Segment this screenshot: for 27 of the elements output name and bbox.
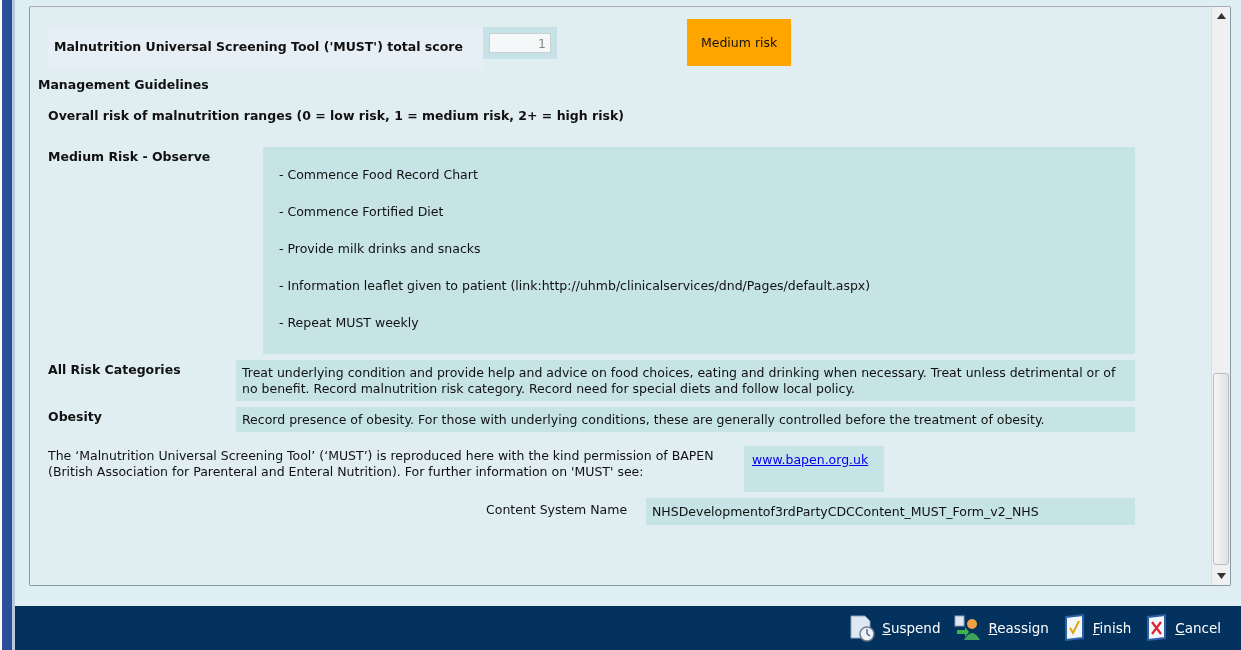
guideline-line: - Provide milk drinks and snacks xyxy=(279,241,482,256)
guideline-line: - Commence Fortified Diet xyxy=(279,204,445,219)
checkmark-document-icon xyxy=(1062,614,1087,642)
clock-document-icon xyxy=(848,614,877,642)
guideline-label: Medium Risk - Observe xyxy=(48,148,212,166)
content-system-field: NHSDevelopmentof3rdPartyCDCContent_MUST_Form_v2_NHS xyxy=(646,498,1135,525)
ranges-text: Overall risk of malnutrition ranges (0 = low risk, 1 = medium risk, 2+ = high risk) xyxy=(48,108,625,123)
guideline-text: Treat underlying condition and provide help and advice on food choices, eating and drinking when necessary. Treat unless detrimental or of no benefit. Record malnutrition risk category. Record need for special diets and follow local policy. xyxy=(242,365,1116,396)
bapen-link[interactable]: www.bapen.org.uk xyxy=(752,452,869,467)
footer-button[interactable]: Reassign xyxy=(954,614,1049,642)
footer-button[interactable]: Cancel xyxy=(1145,614,1221,642)
scrollbar[interactable] xyxy=(1211,7,1230,585)
content-system-label: Content System Name xyxy=(486,501,629,517)
section-heading: Management Guidelines xyxy=(38,77,210,92)
guideline-label: Obesity xyxy=(48,408,103,426)
score-label: Malnutrition Universal Screening Tool ('MUST') total score xyxy=(48,27,483,69)
scroll-thumb[interactable] xyxy=(1213,373,1229,565)
guideline-line: - Commence Food Record Chart xyxy=(279,167,479,182)
guideline-line: - Information leaflet given to patient (link:http://uhmb/clinicalservices/dnd/Pages/default.aspx) xyxy=(279,278,872,293)
risk-badge: Medium risk xyxy=(686,19,792,66)
footer-button[interactable]: Finish xyxy=(1062,614,1132,642)
person-arrow-icon xyxy=(954,614,983,642)
guideline-label: All Risk Categories xyxy=(48,361,182,379)
footer-button[interactable]: Suspend xyxy=(848,614,941,642)
permission-text: The ‘Malnutrition Universal Screening Tool’ (‘MUST’) is reproduced here with the kind permission of BAPEN (British Association for Parenteral and Enteral Nutrition). For further information on 'MUST' see: xyxy=(48,447,715,480)
guideline-line: - Repeat MUST weekly xyxy=(279,315,420,330)
guideline-text: Record presence of obesity. For those with underlying conditions, these are generally controlled before the treatment of obesity. xyxy=(242,412,1045,427)
